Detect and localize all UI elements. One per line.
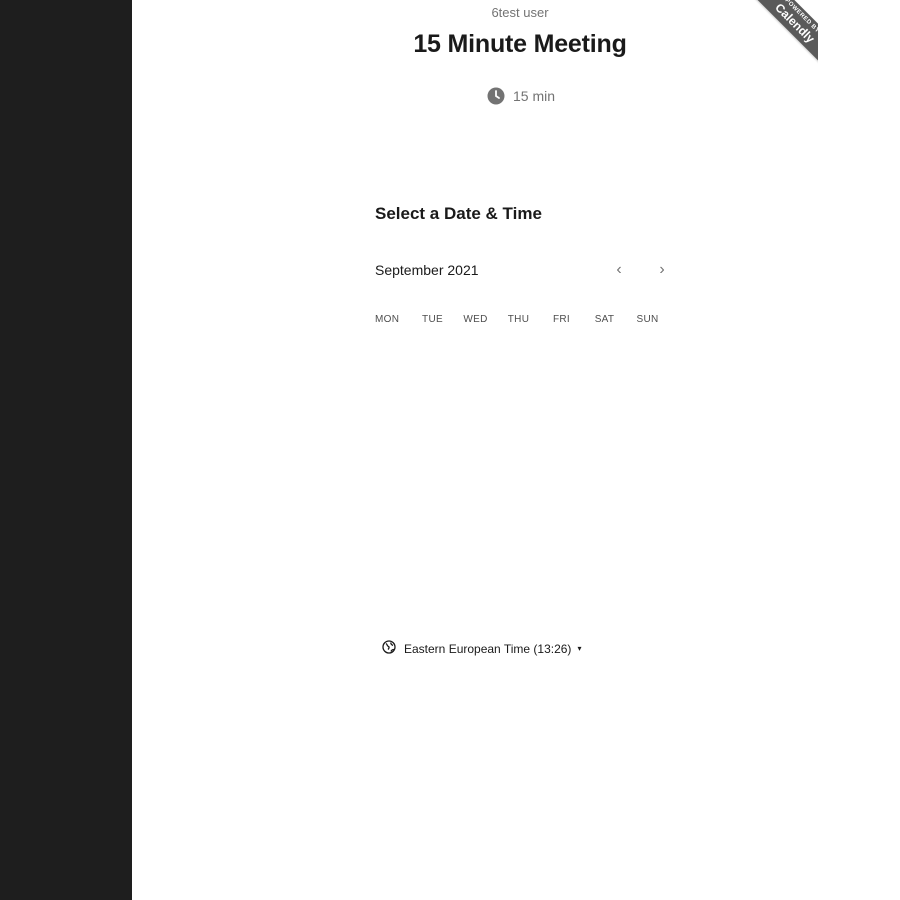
prev-month-button[interactable]: ‹: [607, 258, 631, 282]
weekday-sat: SAT: [594, 314, 615, 325]
powered-by-calendly-badge[interactable]: POWERED BY Calendly: [742, 0, 818, 80]
weekday-sun: SUN: [636, 314, 659, 325]
weekday-thu: THU: [507, 314, 530, 325]
event-title: 15 Minute Meeting: [413, 30, 627, 58]
weekday-fri: FRI: [552, 314, 570, 325]
caret-down-icon: ▾: [577, 644, 582, 653]
chevron-right-icon: ›: [659, 261, 665, 278]
next-month-button[interactable]: ›: [650, 258, 674, 282]
weekday-mon: MON: [375, 314, 400, 325]
globe-icon: [382, 640, 396, 657]
duration-label: 15 min: [513, 88, 556, 104]
scheduling-page: 6test user 15 Minute Meeting 15 min POWE…: [132, 0, 900, 900]
badge-ribbon[interactable]: POWERED BY Calendly: [742, 0, 818, 80]
clock-icon: [487, 87, 505, 105]
month-label: September 2021: [375, 262, 479, 278]
weekday-header: MON TUE WED THU FRI SAT SUN: [375, 314, 680, 325]
weekday-tue: TUE: [422, 314, 443, 325]
weekday-wed: WED: [463, 314, 488, 325]
left-panel: [0, 0, 132, 900]
timezone-selector[interactable]: Eastern European Time (13:26) ▾: [382, 640, 581, 657]
chevron-left-icon: ‹: [616, 261, 622, 278]
event-duration: 15 min: [487, 87, 555, 105]
timezone-label: Eastern European Time (13:26): [404, 641, 572, 656]
section-title: Select a Date & Time: [375, 204, 542, 223]
owner-name: 6test user: [491, 5, 549, 20]
